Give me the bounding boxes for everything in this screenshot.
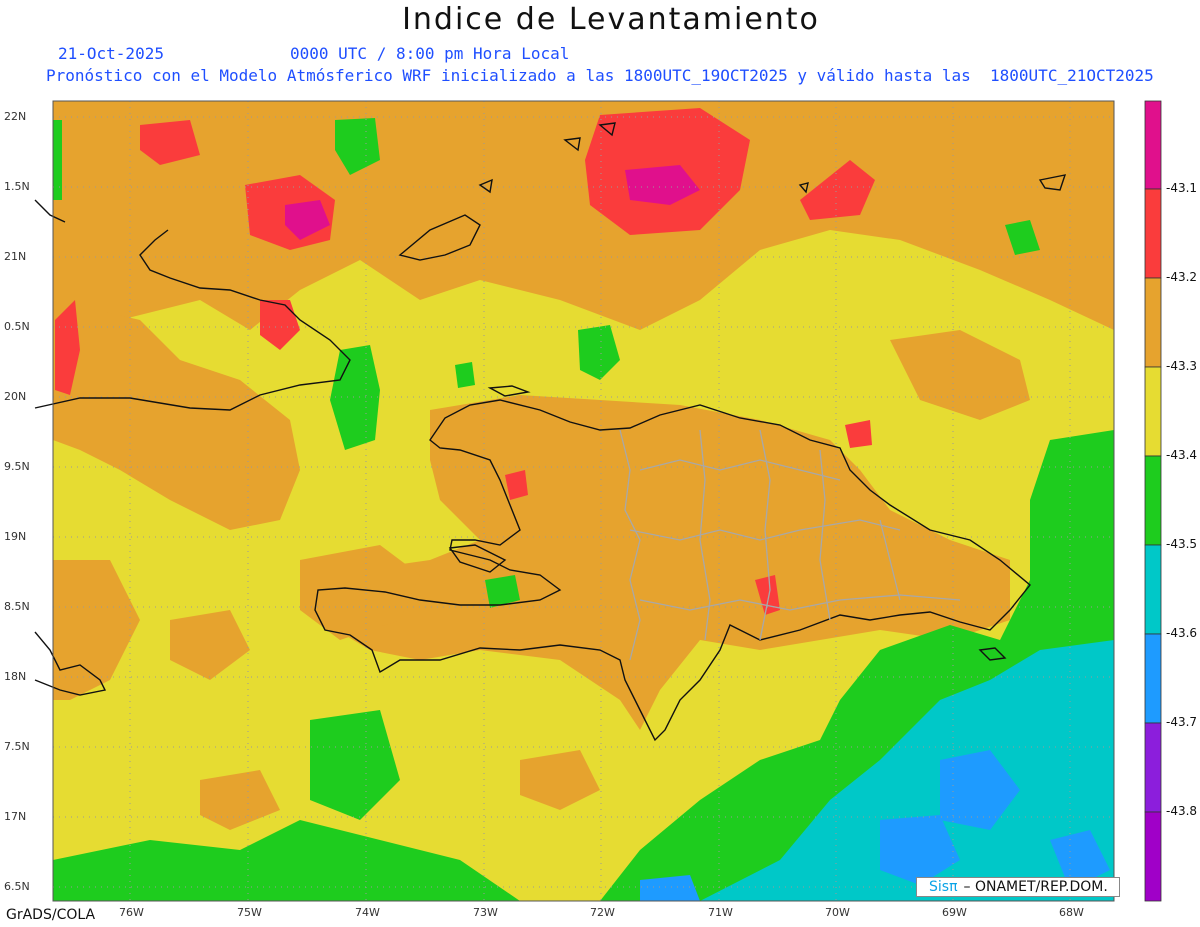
colorbar bbox=[1144, 100, 1162, 902]
lon-label: 70W bbox=[825, 906, 850, 919]
colorbar-bin-7 bbox=[1144, 633, 1162, 724]
field-layer bbox=[53, 101, 1114, 901]
badge-org: – ONAMET/REP.DOM. bbox=[963, 879, 1108, 895]
lat-label: 20N bbox=[4, 390, 27, 403]
map-title: Indice de Levantamiento bbox=[402, 2, 820, 37]
colorbar-bin-4 bbox=[1144, 366, 1162, 457]
colorbar-bin-1 bbox=[1144, 100, 1162, 190]
lon-label: 74W bbox=[355, 906, 380, 919]
colorbar-bin-9 bbox=[1144, 811, 1162, 902]
lon-label: 72W bbox=[590, 906, 615, 919]
lon-label: 71W bbox=[708, 906, 733, 919]
valid-time: 0000 UTC / 8:00 pm Hora Local bbox=[290, 44, 570, 63]
colorbar-label: -43.4 bbox=[1166, 448, 1198, 462]
onamet-badge: Sisπ – ONAMET/REP.DOM. bbox=[916, 877, 1120, 897]
lon-label: 75W bbox=[237, 906, 262, 919]
grads-credit: GrADS/COLA bbox=[6, 907, 96, 923]
lifted-index-map bbox=[34, 100, 1162, 902]
lat-label: 18N bbox=[4, 670, 27, 683]
colorbar-bin-2 bbox=[1144, 188, 1162, 279]
lat-label: 9.5N bbox=[4, 460, 30, 473]
lon-label: 68W bbox=[1059, 906, 1084, 919]
colorbar-label: -43.7 bbox=[1166, 715, 1198, 729]
lon-label: 73W bbox=[473, 906, 498, 919]
lat-label: 21N bbox=[4, 250, 27, 263]
lon-label: 76W bbox=[119, 906, 144, 919]
colorbar-bin-5 bbox=[1144, 455, 1162, 546]
sispi-logo: Sisπ bbox=[929, 879, 958, 895]
colorbar-label: -43.6 bbox=[1166, 626, 1198, 640]
forecast-description: Pronóstico con el Modelo Atmósferico WRF… bbox=[46, 66, 1154, 85]
colorbar-label: -43.8 bbox=[1166, 804, 1198, 818]
lat-label: 17N bbox=[4, 810, 27, 823]
colorbar-label: -43.5 bbox=[1166, 537, 1198, 551]
colorbar-bin-8 bbox=[1144, 722, 1162, 813]
colorbar-bin-3 bbox=[1144, 277, 1162, 368]
lat-label: 7.5N bbox=[4, 740, 30, 753]
field-green-west-edge bbox=[53, 120, 62, 200]
colorbar-label: -43.1 bbox=[1166, 181, 1198, 195]
lat-label: 8.5N bbox=[4, 600, 30, 613]
lat-label: 1.5N bbox=[4, 180, 30, 193]
field-green-patch-1 bbox=[455, 362, 475, 388]
colorbar-bin-6 bbox=[1144, 544, 1162, 635]
lat-label: 0.5N bbox=[4, 320, 30, 333]
lat-label: 6.5N bbox=[4, 880, 30, 893]
lon-label: 69W bbox=[942, 906, 967, 919]
valid-date: 21-Oct-2025 bbox=[58, 44, 164, 63]
lat-label: 19N bbox=[4, 530, 27, 543]
colorbar-label: -43.3 bbox=[1166, 359, 1198, 373]
colorbar-label: -43.2 bbox=[1166, 270, 1198, 284]
lat-label: 22N bbox=[4, 110, 27, 123]
